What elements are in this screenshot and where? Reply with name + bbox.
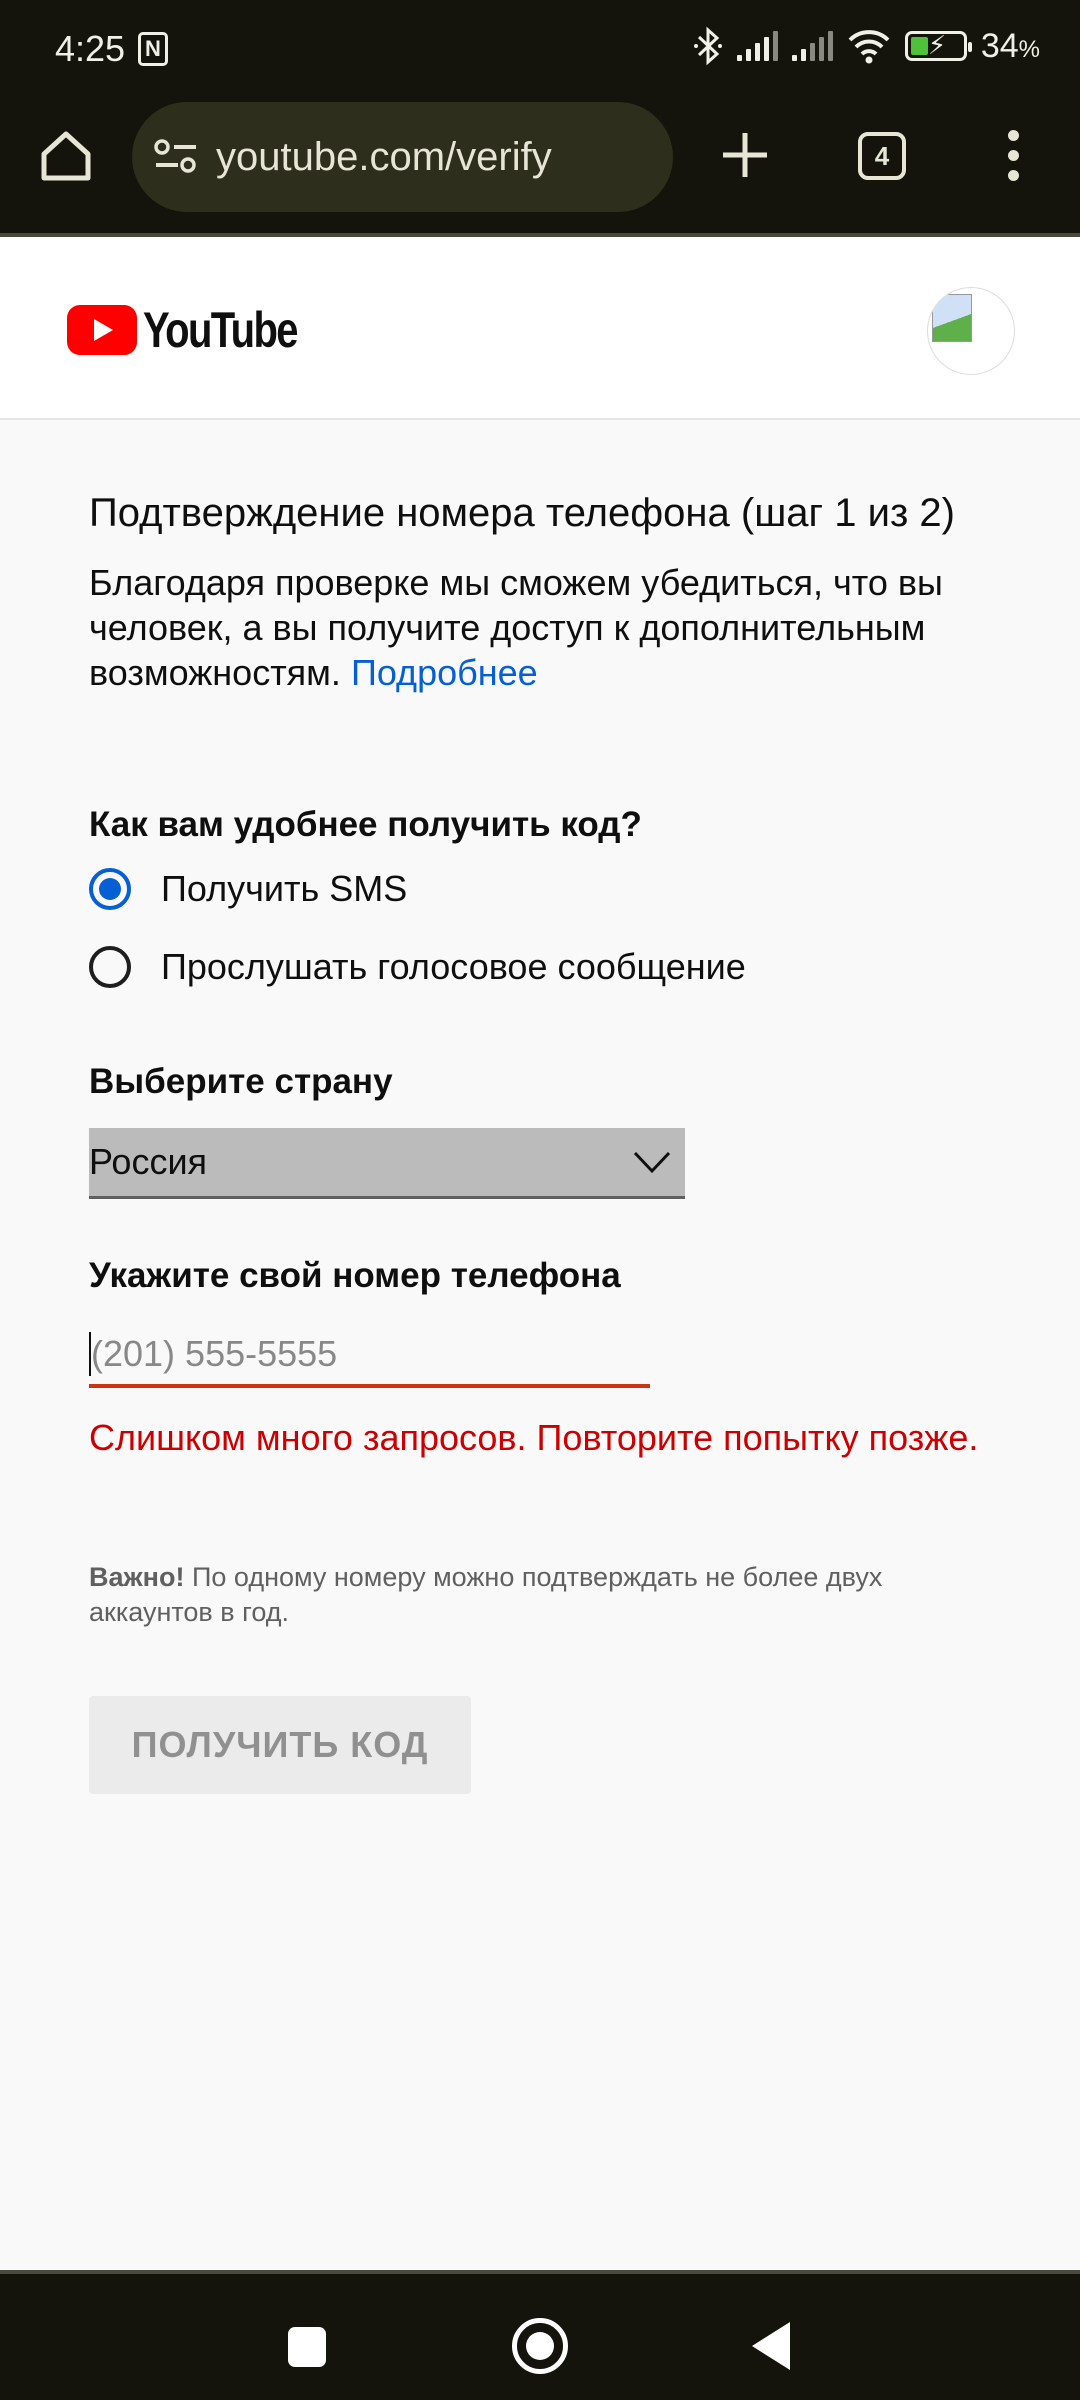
recents-button[interactable] bbox=[288, 2327, 326, 2367]
radio-voice[interactable] bbox=[89, 946, 131, 988]
country-select[interactable]: Россия bbox=[89, 1128, 685, 1199]
page-title: Подтверждение номера телефона (шаг 1 из … bbox=[89, 491, 955, 535]
country-label: Выберите страну bbox=[89, 1062, 393, 1101]
important-note: Важно! По одному номеру можно подтвержда… bbox=[89, 1560, 1009, 1630]
note-text: По одному номеру можно подтверждать не б… bbox=[89, 1562, 883, 1627]
signal-icon bbox=[791, 31, 833, 61]
get-code-button[interactable]: ПОЛУЧИТЬ КОД bbox=[89, 1696, 471, 1794]
battery-charging-icon: ⚡ bbox=[904, 30, 972, 61]
system-nav-bar bbox=[0, 2270, 1080, 2400]
broken-image-icon bbox=[932, 294, 972, 342]
wifi-icon bbox=[848, 30, 890, 64]
radio-voice-label: Прослушать голосовое сообщение bbox=[161, 946, 746, 987]
youtube-logo[interactable]: YouTube bbox=[67, 301, 335, 359]
bluetooth-icon bbox=[693, 26, 722, 66]
logo-text: YouTube bbox=[143, 302, 299, 358]
chevron-down-icon bbox=[633, 1151, 671, 1174]
new-tab-icon[interactable] bbox=[720, 130, 770, 180]
url-text[interactable]: youtube.com/verify bbox=[216, 135, 552, 180]
battery-percent: 34% bbox=[980, 26, 1040, 65]
status-icons: ⚡ 34% bbox=[693, 26, 1040, 66]
browser-toolbar: youtube.com/verify 4 bbox=[0, 100, 1080, 233]
learn-more-link[interactable]: Подробнее bbox=[351, 652, 538, 693]
text-caret bbox=[89, 1332, 91, 1376]
radio-sms-label: Получить SMS bbox=[161, 868, 408, 909]
note-bold: Важно! bbox=[89, 1562, 185, 1592]
page-description: Благодаря проверке мы сможем убедиться, … bbox=[89, 562, 943, 693]
radio-sms[interactable] bbox=[89, 868, 131, 910]
signal-icon bbox=[736, 31, 778, 61]
method-question: Как вам удобнее получить код? bbox=[89, 805, 642, 844]
error-message: Слишком много запросов. Повторите попытк… bbox=[89, 1417, 979, 1458]
method-option-sms[interactable]: Получить SMS bbox=[89, 868, 407, 910]
status-time: 4:25 bbox=[55, 28, 126, 69]
back-button[interactable] bbox=[752, 2322, 790, 2370]
site-header: YouTube bbox=[0, 237, 1080, 420]
home-button[interactable] bbox=[512, 2318, 568, 2374]
status-bar: 4:25 N ⚡ 34% bbox=[0, 0, 1080, 100]
youtube-play-icon bbox=[67, 305, 137, 355]
method-option-voice[interactable]: Прослушать голосовое сообщение bbox=[89, 946, 746, 988]
verification-intro: Подтверждение номера телефона (шаг 1 из … bbox=[89, 488, 999, 695]
avatar[interactable] bbox=[927, 287, 1015, 375]
home-icon[interactable] bbox=[38, 128, 94, 184]
address-bar[interactable]: youtube.com/verify bbox=[132, 102, 673, 212]
phone-label: Укажите свой номер телефона bbox=[89, 1256, 621, 1295]
menu-icon[interactable] bbox=[1003, 130, 1023, 182]
nfc-icon: N bbox=[138, 32, 168, 66]
country-value: Россия bbox=[89, 1141, 208, 1182]
phone-input[interactable] bbox=[89, 1324, 650, 1388]
site-settings-icon[interactable] bbox=[152, 137, 200, 177]
tabs-button[interactable]: 4 bbox=[858, 132, 906, 180]
